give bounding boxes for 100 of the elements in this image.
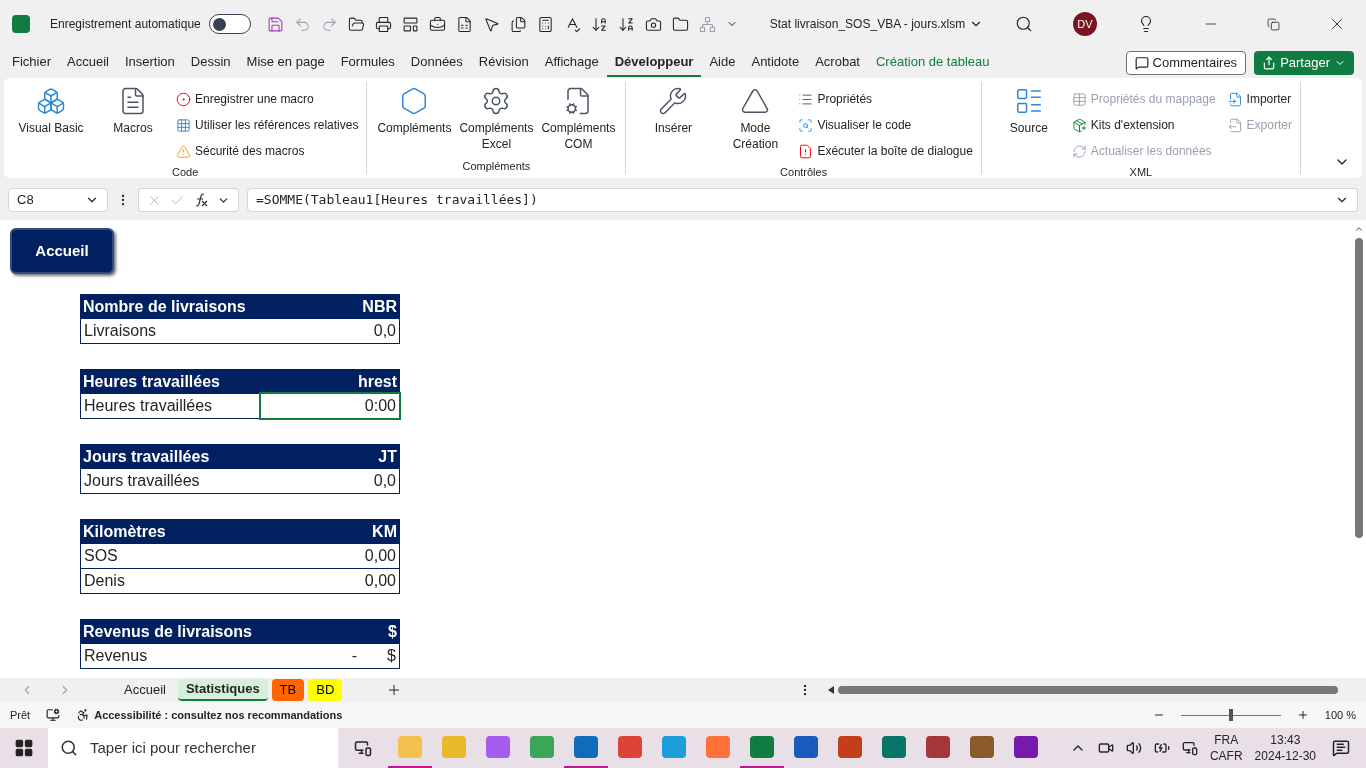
ribbon-tab[interactable]: Acrobat [807, 49, 868, 77]
autosave-toggle[interactable] [208, 14, 251, 34]
language-indicator[interactable]: FRA [1214, 732, 1239, 748]
keyboard-layout[interactable]: CAFR [1209, 748, 1243, 764]
search-icon[interactable] [1015, 15, 1033, 33]
sheet-tab[interactable]: BD [308, 679, 343, 701]
ribbon-tab[interactable]: Mise en page [238, 49, 333, 77]
ribbon-tab[interactable]: Création de tableau [868, 49, 998, 77]
table-cell[interactable]: - $ [261, 644, 399, 668]
ribbon-small-button[interactable]: Visualiser le code [798, 112, 973, 138]
search-icon [60, 739, 78, 757]
ribbon-small-button[interactable]: Propriétés [798, 86, 973, 112]
ribbon-tab[interactable]: Accueil [59, 49, 117, 77]
warning-icon [176, 143, 191, 159]
ribbon-small-button[interactable]: Exécuter la boîte de dialogue [798, 138, 973, 164]
clock-time[interactable]: 13:43 [1270, 732, 1301, 748]
ribbon-tab[interactable]: Formules [332, 49, 403, 77]
zoom-level[interactable]: 100 % [1324, 706, 1356, 724]
table-header: Revenus de livraisons $ [80, 619, 400, 644]
file-name: Stat livraison_SOS_VBA - jours.xlsm [769, 16, 966, 33]
volume-icon[interactable] [1125, 740, 1142, 756]
ribbon-button[interactable]: Visual Basic [12, 86, 90, 164]
import-icon [1227, 91, 1243, 107]
accessibility-status[interactable]: Accessibilité : consultez nos recommandations [94, 706, 343, 724]
table-cell[interactable]: 0:00 [261, 394, 399, 418]
ribbon-tab[interactable]: Fichier [4, 49, 59, 77]
group-label: Compléments [462, 158, 531, 174]
ribbon-tab[interactable]: Révision [470, 49, 537, 77]
battery-icon[interactable] [1153, 740, 1170, 756]
start-icon[interactable] [14, 738, 34, 758]
task-view-icon[interactable] [354, 739, 372, 757]
status-text: Prêt [10, 707, 31, 723]
ribbon-button[interactable]: Compléments Excel [457, 86, 536, 158]
map-table-icon [1071, 91, 1087, 107]
network-icon[interactable] [1181, 740, 1198, 756]
save-icon[interactable] [266, 15, 284, 33]
formula-field[interactable]: =SOMME(Tableau1[Heures travaillées]) [247, 188, 1358, 212]
expansion-pack-icon [1071, 117, 1087, 133]
ribbon-tab[interactable]: Dessin [182, 49, 239, 77]
zoom-in-icon[interactable] [1296, 709, 1309, 721]
sheet-icon[interactable] [455, 15, 473, 33]
camera-icon[interactable] [644, 15, 662, 33]
user-avatar[interactable]: DV [1073, 12, 1097, 36]
table-cell[interactable]: 0,0 [261, 319, 399, 343]
zoom-thumb[interactable] [1228, 709, 1233, 721]
function-icon[interactable] [193, 192, 209, 208]
ribbon-small-button[interactable]: Importer [1227, 86, 1292, 112]
table-cell-text: Heures travaillées [83, 396, 214, 416]
calculator-icon[interactable] [536, 15, 554, 33]
ribbon-small-button[interactable]: Enregistrer une macro [176, 86, 359, 112]
ribbon-tab[interactable]: Affichage [536, 49, 607, 77]
scroll-up-icon[interactable] [1354, 224, 1364, 234]
ribbon-tab[interactable]: Antidote [743, 49, 808, 77]
camera-icon[interactable] [1097, 740, 1114, 756]
sort-ascending-icon[interactable] [590, 15, 608, 33]
refresh-icon [1071, 143, 1087, 159]
ribbon-small-button[interactable]: Kits d'extension [1071, 112, 1216, 138]
ribbon-small-button[interactable]: Sécurité des macros [176, 138, 359, 164]
boxes-icon [36, 86, 66, 116]
autosave-label: Enregistrement automatique [50, 16, 201, 33]
restore-icon[interactable] [1267, 17, 1280, 31]
accessibility-icon[interactable] [76, 708, 91, 722]
sheet-tab[interactable]: Accueil [116, 679, 174, 701]
ribbon-button[interactable]: Insérer [634, 86, 713, 164]
table-cell[interactable]: 0,00 [261, 569, 399, 593]
sheet-tab[interactable]: TB [271, 679, 305, 701]
table-cell[interactable]: 0,00 [261, 544, 399, 568]
ribbon-tab[interactable]: Données [402, 49, 471, 77]
ribbon-tab[interactable]: Aide [701, 49, 744, 77]
properties-icon [798, 91, 814, 107]
group-label: XML [1129, 165, 1153, 180]
export-icon [1227, 117, 1243, 133]
notifications-icon[interactable] [1332, 739, 1350, 757]
formula-text: =SOMME(Tableau1[Heures travaillées]) [256, 191, 538, 210]
ribbon-button[interactable]: Macros [94, 86, 172, 164]
home-button[interactable]: Accueil [10, 228, 114, 274]
table-cell[interactable]: 0,0 [261, 469, 399, 493]
horizontal-scrollbar[interactable] [838, 686, 1338, 694]
sheet-tab[interactable]: Statistiques [177, 679, 268, 701]
zoom-slider[interactable] [1180, 709, 1281, 721]
layout-icon[interactable] [401, 15, 419, 33]
pointer-icon[interactable] [482, 15, 500, 33]
ribbon-button[interactable]: Mode Création [716, 86, 795, 164]
clock-date[interactable]: 2024-12-30 [1254, 748, 1316, 764]
ribbon-button[interactable]: Compléments COM [539, 86, 618, 158]
name-box[interactable]: C8 [8, 188, 108, 212]
scroll-left-icon[interactable] [828, 686, 834, 694]
ribbon-button[interactable]: Source [989, 86, 1068, 164]
sort-descending-icon[interactable] [617, 15, 635, 33]
vertical-scrollbar[interactable] [1355, 238, 1363, 538]
ribbon-button[interactable]: Compléments [375, 86, 454, 158]
print-icon[interactable] [374, 15, 392, 33]
ribbon-small-button[interactable]: Utiliser les références relatives [176, 112, 359, 138]
ribbon-tab[interactable]: Insertion [116, 49, 183, 77]
comments-button[interactable]: Commentaires [1125, 51, 1247, 75]
excel-logo-icon [12, 15, 30, 33]
files-icon[interactable] [509, 15, 527, 33]
search-field[interactable]: Taper ici pour rechercher [48, 728, 338, 768]
table-cell-text: Jours travaillées [83, 471, 201, 491]
share-button[interactable]: Partager [1254, 51, 1354, 75]
